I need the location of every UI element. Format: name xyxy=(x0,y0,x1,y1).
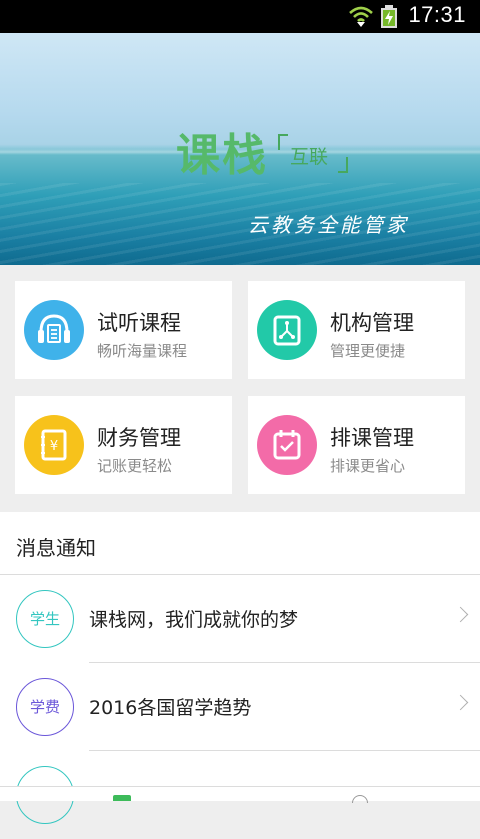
brand-subtitle: 互联 xyxy=(290,146,329,168)
clock: 17:31 xyxy=(408,2,466,27)
tab-home-icon[interactable] xyxy=(113,795,131,801)
bottom-tab-bar[interactable] xyxy=(0,786,480,803)
feature-grid: 试听课程 畅听海量课程 机构管理 管理更便捷 ¥ 财务管理 记账更轻松 排课管理… xyxy=(0,265,480,510)
feature-desc: 管理更便捷 xyxy=(330,342,406,360)
bracket-right xyxy=(338,157,348,173)
feature-title: 试听课程 xyxy=(97,311,181,335)
notice-title: 2016各国留学趋势 xyxy=(89,697,252,719)
wifi-icon xyxy=(349,6,373,27)
status-bar: 17:31 xyxy=(0,0,480,33)
feature-desc: 畅听海量课程 xyxy=(97,342,188,360)
feature-desc: 排课更省心 xyxy=(330,457,406,475)
feature-desc: 记账更轻松 xyxy=(97,457,173,475)
notice-title: 课栈网，我们成就你的梦 xyxy=(89,609,299,631)
feature-org-management[interactable]: 机构管理 管理更便捷 xyxy=(248,281,465,379)
chevron-right-icon xyxy=(452,694,469,711)
calendar-check-icon xyxy=(257,415,317,475)
category-badge: 学费 xyxy=(16,678,74,736)
notice-item[interactable]: 学生 课栈网，我们成就你的梦 xyxy=(0,575,480,663)
hero-banner[interactable]: 课栈 互联 云教务全能管家 xyxy=(0,33,480,265)
headphones-icon xyxy=(24,300,84,360)
feature-title: 排课管理 xyxy=(330,426,414,450)
category-badge: 学生 xyxy=(16,590,74,648)
feature-title: 机构管理 xyxy=(330,311,414,335)
notifications-section: 消息通知 学生 课栈网，我们成就你的梦 学费 2016各国留学趋势 xyxy=(0,512,480,824)
section-title: 消息通知 xyxy=(16,536,96,560)
brand-name: 课栈 xyxy=(176,130,268,181)
battery-charging-icon xyxy=(381,5,397,28)
feature-schedule-management[interactable]: 排课管理 排课更省心 xyxy=(248,396,465,494)
feature-title: 财务管理 xyxy=(97,426,181,450)
svg-text:¥: ¥ xyxy=(50,439,58,454)
feature-trial-courses[interactable]: 试听课程 畅听海量课程 xyxy=(15,281,232,379)
bracket-left xyxy=(278,134,288,150)
org-chart-icon xyxy=(257,300,317,360)
banner-slogan: 云教务全能管家 xyxy=(248,213,409,237)
tab-profile-icon[interactable] xyxy=(352,795,368,803)
notice-item[interactable]: 学费 2016各国留学趋势 xyxy=(0,663,480,751)
feature-finance-management[interactable]: ¥ 财务管理 记账更轻松 xyxy=(15,396,232,494)
ledger-yen-icon: ¥ xyxy=(24,415,84,475)
chevron-right-icon xyxy=(452,606,469,623)
